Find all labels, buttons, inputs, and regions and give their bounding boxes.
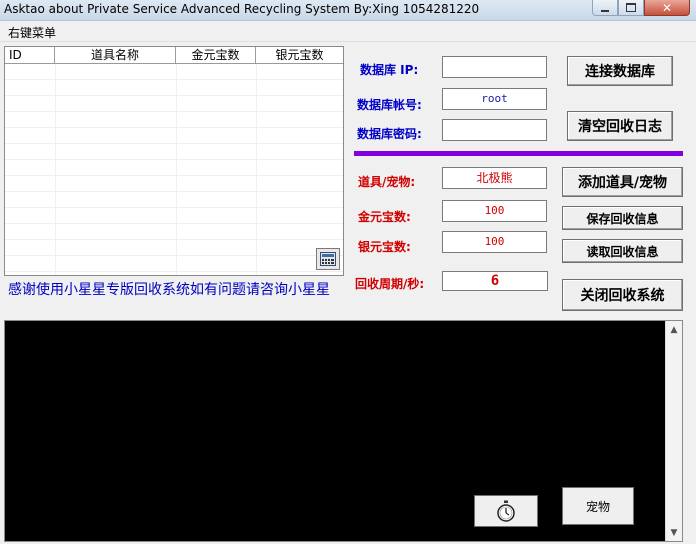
minimize-icon [601, 9, 609, 12]
list-header: ID 道具名称 金元宝数 银元宝数 [5, 47, 343, 64]
column-id[interactable]: ID [5, 47, 55, 63]
connect-db-button[interactable]: 连接数据库 [567, 56, 673, 86]
db-ip-label: 数据库 IP: [360, 63, 419, 77]
db-account-input[interactable]: root [442, 88, 547, 110]
db-password-input[interactable] [442, 119, 547, 141]
calculator-icon [320, 252, 336, 266]
close-icon: ✕ [661, 0, 673, 15]
item-input[interactable]: 北极熊 [442, 167, 547, 189]
minimize-button[interactable] [592, 0, 618, 16]
add-item-button[interactable]: 添加道具/宠物 [562, 167, 683, 197]
silver-label: 银元宝数: [358, 240, 411, 254]
scroll-down-icon[interactable]: ▼ [666, 524, 682, 541]
db-account-label: 数据库帐号: [357, 98, 422, 112]
menu-bar: 右键菜单 [0, 21, 696, 42]
column-item-name[interactable]: 道具名称 [55, 47, 176, 63]
close-system-button[interactable]: 关闭回收系统 [562, 279, 683, 311]
log-scrollbar[interactable]: ▲ ▼ [665, 321, 682, 541]
section-divider [354, 151, 683, 156]
column-divider [176, 64, 177, 275]
thanks-message: 感谢使用小星星专版回收系统如有问题请咨询小星星 [8, 282, 330, 298]
db-ip-input[interactable] [442, 56, 547, 78]
read-info-button[interactable]: 读取回收信息 [562, 239, 683, 263]
db-password-label: 数据库密码: [357, 127, 422, 141]
cycle-label: 回收周期/秒: [355, 277, 425, 291]
stopwatch-icon [497, 500, 515, 522]
scroll-up-icon[interactable]: ▲ [666, 321, 682, 338]
menu-item-context[interactable]: 右键菜单 [8, 24, 56, 41]
calculator-button[interactable] [316, 248, 340, 270]
pet-button[interactable]: 宠物 [562, 487, 634, 525]
recycle-list[interactable]: ID 道具名称 金元宝数 银元宝数 [4, 46, 344, 276]
gold-label: 金元宝数: [358, 210, 411, 224]
column-divider [55, 64, 56, 275]
gold-input[interactable]: 100 [442, 200, 547, 222]
title-bar: Asktao about Private Service Advanced Re… [0, 0, 696, 21]
maximize-button[interactable] [618, 0, 644, 16]
maximize-icon [626, 3, 636, 12]
timer-button[interactable] [474, 495, 538, 527]
clear-log-button[interactable]: 清空回收日志 [567, 111, 673, 141]
window-title: Asktao about Private Service Advanced Re… [4, 2, 480, 16]
column-divider [256, 64, 257, 275]
cycle-input[interactable]: 6 [442, 271, 548, 291]
close-button[interactable]: ✕ [644, 0, 690, 16]
silver-input[interactable]: 100 [442, 231, 547, 253]
item-label: 道具/宠物: [358, 175, 416, 189]
column-gold[interactable]: 金元宝数 [176, 47, 256, 63]
save-info-button[interactable]: 保存回收信息 [562, 206, 683, 230]
column-silver[interactable]: 银元宝数 [256, 47, 343, 63]
